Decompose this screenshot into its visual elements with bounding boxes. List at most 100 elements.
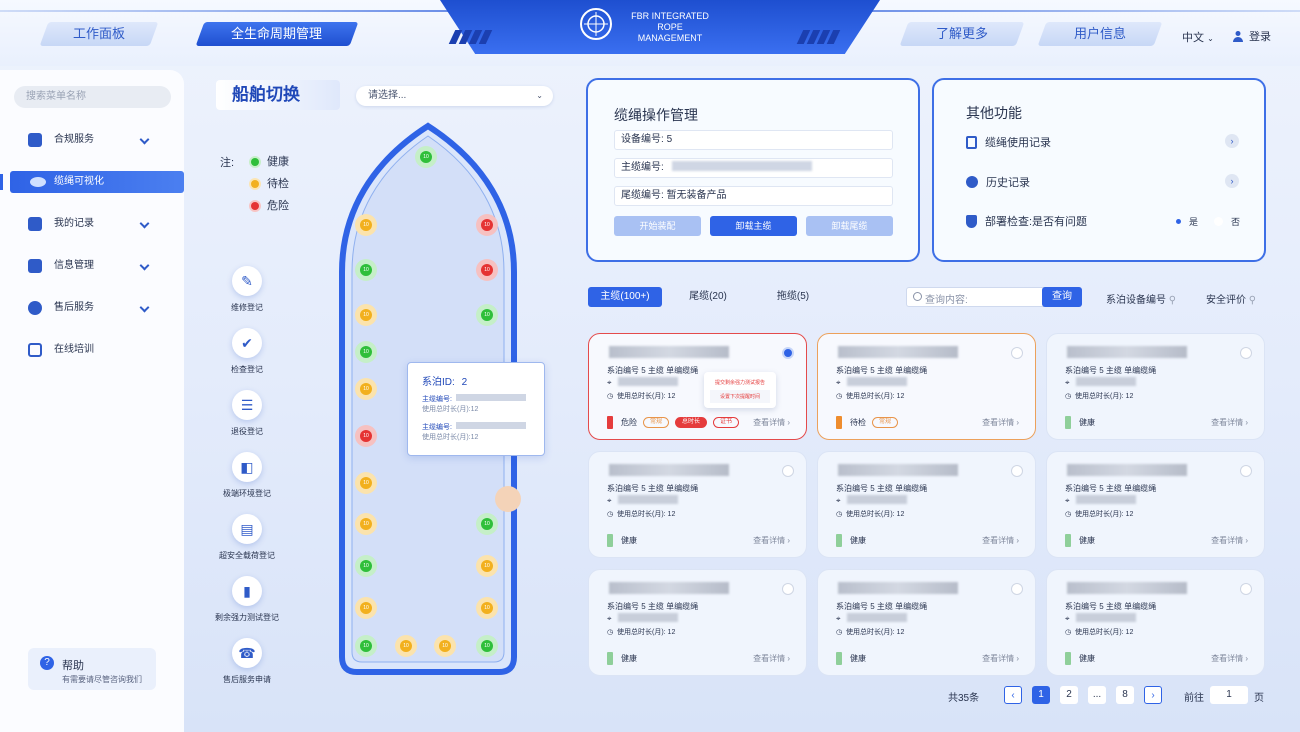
filter-safety-rating[interactable]: 安全评价 ⚲ [1206, 291, 1256, 306]
bollard-3[interactable]: 10 [476, 214, 498, 236]
view-detail-link[interactable]: 查看详情 › [982, 653, 1019, 664]
bollard-17[interactable]: 10 [476, 597, 498, 619]
bollard-2[interactable]: 10 [355, 214, 377, 236]
deploy-check-no-radio[interactable]: 否 [1214, 215, 1240, 228]
view-detail-link[interactable]: 查看详情 › [982, 417, 1019, 428]
chevron-right-icon[interactable]: › [1225, 174, 1239, 188]
card-select-radio[interactable] [782, 465, 794, 477]
card-select-radio[interactable] [782, 347, 794, 359]
bollard-13[interactable]: 10 [476, 513, 498, 535]
rope-usage-record-item[interactable]: 缆绳使用记录 [966, 134, 1051, 150]
bollard-12[interactable]: 10 [355, 513, 377, 535]
nav-tab-user-info[interactable]: 用户信息 [1037, 22, 1163, 46]
tool-button-3[interactable]: ☰ 退役登记 [212, 390, 282, 437]
rope-card-9[interactable]: 系泊编号 5 主缆 单编缆绳 ⌖ ◷ 使用总时长(月): 12 健康 查看详情 › [1046, 569, 1265, 676]
rope-card-3[interactable]: 系泊编号 5 主缆 单编缆绳 ⌖ ◷ 使用总时长(月): 12 健康 查看详情 › [1046, 333, 1265, 440]
sidebar-item-info[interactable]: 信息管理 [28, 256, 150, 276]
search-input[interactable]: 查询内容: [925, 291, 968, 306]
nav-tab-lifecycle[interactable]: 全生命周期管理 [195, 22, 359, 46]
card-select-radio[interactable] [1240, 347, 1252, 359]
rope-card-2[interactable]: 系泊编号 5 主缆 单编缆绳 ⌖ ◷ 使用总时长(月): 12 待检 常规 查看详情 › [817, 333, 1036, 440]
bollard-9[interactable]: 10 [355, 378, 377, 400]
menu-search-input[interactable]: 搜索菜单名称 [14, 86, 171, 108]
card-select-radio[interactable] [1011, 347, 1023, 359]
page-1[interactable]: 1 [1032, 686, 1050, 704]
nav-tab-learn-more[interactable]: 了解更多 [899, 22, 1025, 46]
tool-button-6[interactable]: ▮ 剩余强力测试登记 [212, 576, 282, 623]
bollard-11[interactable]: 10 [355, 472, 377, 494]
tool-button-7[interactable]: ☎ 售后服务申请 [212, 638, 282, 685]
unload-main-rope-button[interactable]: 卸载主缆 [710, 216, 797, 236]
rope-card-4[interactable]: 系泊编号 5 主缆 单编缆绳 ⌖ ◷ 使用总时长(月): 12 健康 查看详情 › [588, 451, 807, 558]
unload-tail-rope-button[interactable]: 卸载尾缆 [806, 216, 893, 236]
bollard-8[interactable]: 10 [355, 341, 377, 363]
rope-card-5[interactable]: 系泊编号 5 主缆 单编缆绳 ⌖ ◷ 使用总时长(月): 12 健康 查看详情 › [817, 451, 1036, 558]
view-detail-link[interactable]: 查看详情 › [1211, 535, 1248, 546]
page-2[interactable]: 2 [1060, 686, 1078, 704]
next-page-button[interactable]: › [1144, 686, 1162, 704]
card-select-radio[interactable] [1011, 465, 1023, 477]
view-detail-link[interactable]: 查看详情 › [753, 417, 790, 428]
status-tag[interactable]: 常规 [872, 417, 899, 428]
login-button[interactable]: 登录 [1232, 28, 1271, 44]
status-tag[interactable]: 总时长 [675, 417, 708, 428]
bollard-10[interactable]: 10 [355, 425, 377, 447]
sidebar-item-rope-visual[interactable]: 缆绳可视化 [10, 171, 184, 193]
view-detail-link[interactable]: 查看详情 › [753, 535, 790, 546]
card-select-radio[interactable] [1240, 465, 1252, 477]
status-tag[interactable]: 证书 [713, 417, 740, 428]
tool-button-2[interactable]: ✔ 检查登记 [212, 328, 282, 375]
bollard-7[interactable]: 10 [476, 304, 498, 326]
sidebar-item-records[interactable]: 我的记录 [28, 214, 150, 234]
prev-page-button[interactable]: ‹ [1004, 686, 1022, 704]
bollard-20[interactable]: 10 [434, 635, 456, 657]
tab-tow-rope[interactable]: 拖缆(5) [766, 287, 820, 307]
language-selector[interactable]: 中文 ⌄ [1182, 29, 1214, 45]
search-button[interactable]: 查询 [1042, 287, 1082, 307]
bollard-6[interactable]: 10 [355, 304, 377, 326]
view-detail-link[interactable]: 查看详情 › [982, 535, 1019, 546]
view-detail-link[interactable]: 查看详情 › [1211, 417, 1248, 428]
view-detail-link[interactable]: 查看详情 › [753, 653, 790, 664]
tool-button-5[interactable]: ▤ 超安全载荷登记 [212, 514, 282, 561]
context-menu-item-report[interactable]: 提交剩余强力测试报告 [704, 379, 776, 386]
bollard-18[interactable]: 10 [355, 635, 377, 657]
rope-card-6[interactable]: 系泊编号 5 主缆 单编缆绳 ⌖ ◷ 使用总时长(月): 12 健康 查看详情 › [1046, 451, 1265, 558]
tool-button-4[interactable]: ◧ 极端环境登记 [212, 452, 282, 499]
help-box[interactable]: ? 帮助 有需要请尽管咨询我们 [28, 648, 156, 690]
goto-page-input[interactable]: 1 [1210, 686, 1248, 704]
bollard-4[interactable]: 10 [355, 259, 377, 281]
history-record-item[interactable]: 历史记录 [966, 174, 1030, 190]
tab-main-rope[interactable]: 主缆(100+) [588, 287, 662, 307]
sidebar-item-service[interactable]: 售后服务 [28, 298, 150, 318]
card-select-radio[interactable] [782, 583, 794, 595]
filter-mooring-number[interactable]: 系泊设备编号 ⚲ [1106, 291, 1176, 306]
page-8[interactable]: 8 [1116, 686, 1134, 704]
card-select-radio[interactable] [1011, 583, 1023, 595]
ship-select[interactable]: 请选择... ⌄ [356, 86, 553, 106]
rope-card-8[interactable]: 系泊编号 5 主缆 单编缆绳 ⌖ ◷ 使用总时长(月): 12 健康 查看详情 › [817, 569, 1036, 676]
card-select-radio[interactable] [1240, 583, 1252, 595]
status-tag[interactable]: 常规 [643, 417, 670, 428]
bollard-15[interactable]: 10 [476, 555, 498, 577]
tail-rope-number-field[interactable]: 尾缆编号: 暂无装备产品 [614, 186, 893, 206]
bollard-19[interactable]: 10 [395, 635, 417, 657]
deploy-check-yes-radio[interactable]: 是 [1176, 215, 1198, 228]
view-detail-link[interactable]: 查看详情 › [1211, 653, 1248, 664]
start-assembly-button[interactable]: 开始装配 [614, 216, 701, 236]
bollard-21[interactable]: 10 [476, 635, 498, 657]
sidebar-item-compliance[interactable]: 合规服务 [28, 130, 150, 150]
tab-tail-rope[interactable]: 尾缆(20) [680, 287, 736, 307]
bollard-1[interactable]: 10 [415, 146, 437, 168]
rope-card-7[interactable]: 系泊编号 5 主缆 单编缆绳 ⌖ ◷ 使用总时长(月): 12 健康 查看详情 › [588, 569, 807, 676]
bollard-5[interactable]: 10 [476, 259, 498, 281]
sidebar-item-training[interactable]: 在线培训 [28, 340, 148, 360]
chevron-right-icon[interactable]: › [1225, 134, 1239, 148]
nav-tab-workbench[interactable]: 工作面板 [39, 22, 159, 46]
bollard-14[interactable]: 10 [355, 555, 377, 577]
context-menu-item-reminder[interactable]: 设置下次提醒时间 [710, 390, 770, 403]
device-number-field[interactable]: 设备编号: 5 [614, 130, 893, 150]
main-rope-number-field[interactable]: 主缆编号: [614, 158, 893, 178]
tool-button-1[interactable]: ✎ 维修登记 [212, 266, 282, 313]
bollard-16[interactable]: 10 [355, 597, 377, 619]
